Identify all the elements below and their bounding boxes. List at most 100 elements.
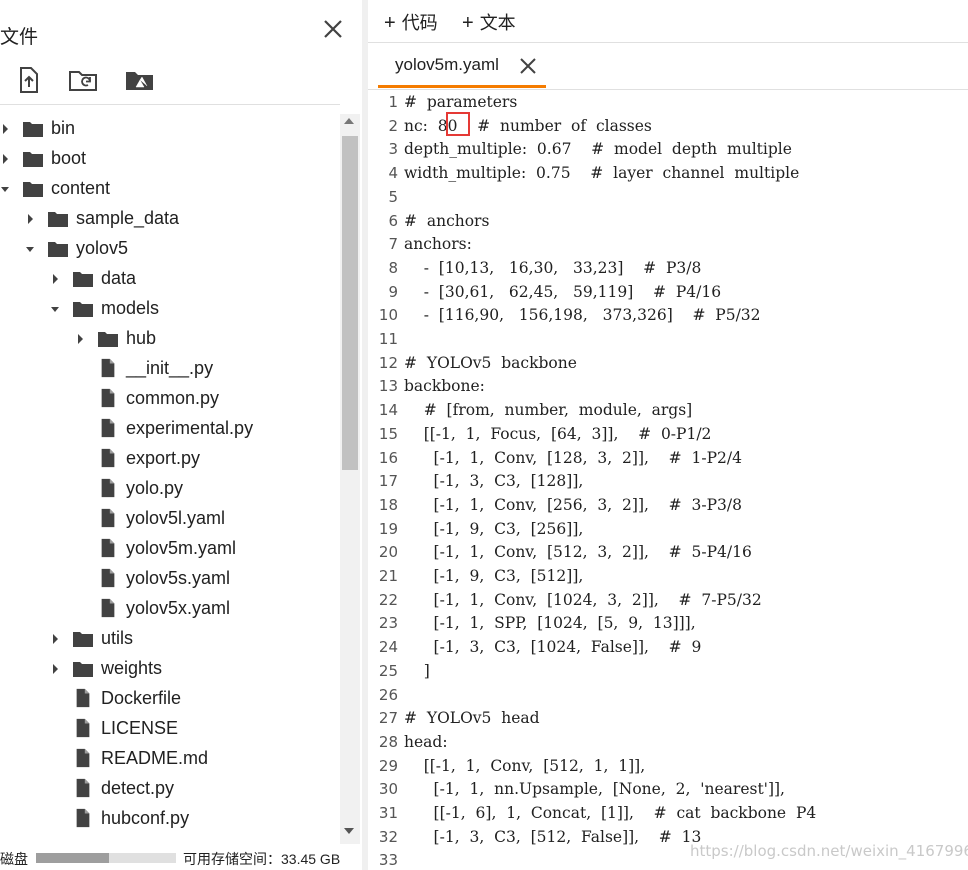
code-line: 16 [-1, 1, Conv, [128, 3, 2]], # 1-P2/4	[368, 447, 968, 471]
refresh-button[interactable]	[66, 62, 102, 98]
line-number: 5	[388, 187, 398, 206]
code-line: 7 anchors:	[368, 233, 968, 257]
tree-folder[interactable]: sample_data	[0, 204, 340, 234]
scrollbar-thumb[interactable]	[342, 136, 358, 470]
tree-file[interactable]: yolov5l.yaml	[0, 504, 340, 534]
tree-folder[interactable]: content	[0, 174, 340, 204]
line-number: 4	[388, 164, 398, 183]
line-number: 18	[378, 495, 398, 514]
code-text: - [10,13, 16,30, 33,23] # P3/8	[404, 258, 702, 277]
caret-down-icon[interactable]	[48, 294, 62, 324]
scrollbar[interactable]	[340, 114, 360, 844]
code-text: [[-1, 1, Conv, [512, 1, 1]],	[404, 756, 646, 775]
line-number: 13	[378, 377, 398, 396]
tree-folder[interactable]: boot	[0, 144, 340, 174]
files-panel: 文件 bin boot content sample_data yolov5 d…	[0, 0, 362, 870]
tree-item-label: weights	[101, 658, 163, 678]
code-line: 9 - [30,61, 62,45, 59,119] # P4/16	[368, 281, 968, 305]
code-line: 28 head:	[368, 731, 968, 755]
code-text: [-1, 1, Conv, [1024, 3, 2]], # 7-P5/32	[404, 590, 762, 609]
tree-item-label: sample_data	[76, 208, 180, 228]
folder-icon	[73, 632, 93, 647]
add-text-label: 文本	[479, 13, 516, 33]
tree-file[interactable]: detect.py	[0, 774, 340, 804]
line-number: 32	[378, 827, 398, 846]
scroll-down-arrow-icon[interactable]	[344, 828, 354, 834]
tree-file[interactable]: yolo.py	[0, 474, 340, 504]
code-line: 21 [-1, 9, C3, [512]],	[368, 565, 968, 589]
tree-file[interactable]: hubconf.py	[0, 804, 340, 834]
tree-folder[interactable]: utils	[0, 624, 340, 654]
line-number: 7	[388, 235, 398, 254]
tree-item-label: __init__.py	[126, 358, 214, 378]
line-number: 31	[378, 804, 398, 822]
tree-item-label: yolov5l.yaml	[126, 508, 226, 528]
file-icon	[76, 808, 90, 828]
folder-icon	[48, 212, 68, 227]
close-tab-button[interactable]	[518, 56, 538, 76]
code-text: depth_multiple: 0.67 # model depth multi…	[404, 140, 792, 159]
tree-file[interactable]: Dockerfile	[0, 684, 340, 714]
tree-item-label: bin	[51, 118, 76, 138]
code-text: # YOLOv5 backbone	[404, 353, 577, 372]
caret-right-icon[interactable]	[48, 624, 62, 654]
caret-down-icon[interactable]	[0, 174, 12, 204]
code-editor[interactable]: 1 # parameters 2 nc: 80 # number of classes…	[368, 91, 968, 870]
tree-file[interactable]: README.md	[0, 744, 340, 774]
tree-item-label: Dockerfile	[101, 688, 182, 708]
tree-file[interactable]: export.py	[0, 444, 340, 474]
caret-right-icon[interactable]	[0, 114, 12, 144]
tree-folder[interactable]: data	[0, 264, 340, 294]
caret-right-icon[interactable]	[48, 654, 62, 684]
add-text-button[interactable]: + 文本	[462, 9, 516, 35]
tree-item-label: common.py	[126, 388, 220, 408]
caret-right-icon[interactable]	[0, 144, 12, 174]
close-panel-button[interactable]	[318, 14, 348, 44]
code-line: 17 [-1, 3, C3, [128]],	[368, 470, 968, 494]
code-line: 27 # YOLOv5 head	[368, 707, 968, 731]
line-number: 28	[378, 732, 398, 751]
refresh-folder-icon	[69, 71, 97, 91]
tree-file[interactable]: common.py	[0, 384, 340, 414]
line-number: 10	[378, 306, 398, 325]
code-text: [-1, 1, Conv, [256, 3, 2]], # 3-P3/8	[404, 495, 742, 514]
caret-right-icon[interactable]	[23, 204, 37, 234]
code-text: head:	[404, 732, 448, 751]
line-number: 6	[388, 211, 398, 230]
tree-folder[interactable]: yolov5	[0, 234, 340, 264]
line-number: 14	[378, 401, 398, 420]
tree-file[interactable]: yolov5m.yaml	[0, 534, 340, 564]
code-line: 3 depth_multiple: 0.67 # model depth mult…	[368, 138, 968, 162]
caret-right-icon[interactable]	[73, 324, 87, 354]
caret-right-icon[interactable]	[48, 264, 62, 294]
tree-file[interactable]: LICENSE	[0, 714, 340, 744]
line-number: 27	[378, 709, 398, 728]
tree-file[interactable]: __init__.py	[0, 354, 340, 384]
code-text: [-1, 9, C3, [256]],	[404, 519, 584, 538]
code-line: 23 [-1, 1, SPP, [1024, [5, 9, 13]]],	[368, 612, 968, 636]
tree-folder[interactable]: hub	[0, 324, 340, 354]
folder-icon	[73, 662, 93, 677]
active-tab-indicator	[378, 85, 546, 88]
tab-yolov5m-yaml[interactable]: yolov5m.yaml	[378, 43, 548, 89]
tree-file[interactable]: yolov5x.yaml	[0, 594, 340, 624]
tree-folder[interactable]: weights	[0, 654, 340, 684]
code-line: 8 - [10,13, 16,30, 33,23] # P3/8	[368, 257, 968, 281]
disk-usage-fill	[36, 853, 109, 863]
code-line: 4 width_multiple: 0.75 # layer channel mu…	[368, 162, 968, 186]
code-text: [-1, 3, C3, [128]],	[404, 472, 584, 491]
upload-button[interactable]	[10, 62, 46, 98]
add-code-button[interactable]: + 代码	[384, 9, 438, 35]
tree-item-label: utils	[101, 628, 134, 648]
code-line: 24 [-1, 3, C3, [1024, False]], # 9	[368, 636, 968, 660]
tree-file[interactable]: experimental.py	[0, 414, 340, 444]
tree-folder[interactable]: models	[0, 294, 340, 324]
mount-drive-button[interactable]	[122, 62, 158, 98]
caret-down-icon[interactable]	[23, 234, 37, 264]
tree-item-label: yolo.py	[126, 478, 184, 498]
tree-folder[interactable]: bin	[0, 114, 340, 144]
scroll-up-arrow-icon[interactable]	[344, 118, 354, 124]
line-number: 20	[378, 543, 398, 562]
tree-file[interactable]: yolov5s.yaml	[0, 564, 340, 594]
tree-item-label: detect.py	[101, 778, 175, 798]
